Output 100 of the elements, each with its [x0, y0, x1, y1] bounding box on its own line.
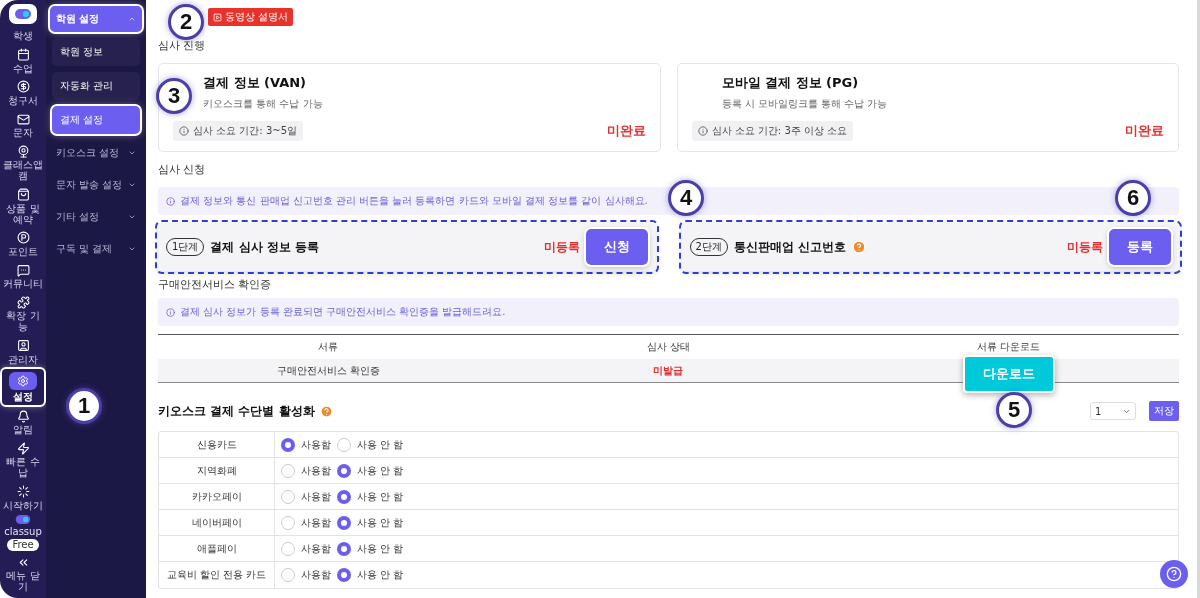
status-text: 미등록: [543, 238, 580, 256]
step-title: 결제 심사 정보 등록: [210, 238, 319, 256]
option-label: 사용 안 함: [357, 463, 404, 478]
select-field[interactable]: 1: [1090, 402, 1136, 420]
rail-item[interactable]: 관리자: [2, 336, 44, 367]
bag-icon: [16, 188, 30, 201]
rail-item[interactable]: 문자: [2, 110, 44, 140]
info-icon: [179, 126, 189, 136]
plan-badge: Free: [7, 538, 39, 551]
user-square-icon: [16, 339, 30, 352]
puzzle-icon: [16, 295, 30, 309]
duration-tag: 심사 소요 기간: 3주 이상 소요: [691, 121, 854, 141]
option-label: 사용 안 함: [357, 568, 404, 582]
menu-group[interactable]: 기타 설정: [50, 204, 142, 230]
menu-group[interactable]: 구독 및 결제: [50, 236, 142, 262]
status-text: 미완료: [606, 122, 646, 140]
save-button[interactable]: 저장: [1149, 401, 1179, 421]
help-icon[interactable]: [852, 240, 867, 254]
loader-icon: [16, 485, 30, 498]
info-icon: [166, 196, 175, 206]
section-label: 심사 신청: [158, 162, 207, 177]
section-label: 구매안전서비스 확인증: [158, 277, 273, 292]
bell-icon: [16, 409, 30, 423]
radio-button[interactable]: [281, 437, 295, 452]
section-label: 심사 진행: [158, 38, 207, 53]
rail-item[interactable]: 설정: [2, 368, 44, 405]
radio-button[interactable]: [337, 541, 351, 556]
status-text: 미완료: [1125, 122, 1164, 140]
webcam-icon: [16, 144, 30, 158]
rail-item[interactable]: 빠른 수납: [2, 439, 44, 481]
option-label: 사용함: [301, 463, 331, 478]
radio-button[interactable]: [337, 568, 351, 582]
mail-icon: [16, 112, 30, 126]
chat-icon: [16, 263, 30, 277]
step-button[interactable]: 신청: [585, 229, 648, 265]
app-logo[interactable]: [9, 4, 37, 24]
step-title: 통신판매업 신고번호: [733, 238, 847, 256]
chevron-up-icon: [128, 15, 136, 23]
video-guide-button[interactable]: 동영상 설명서: [208, 8, 294, 26]
notice-banner: 결제 심사 정보가 등록 완료되면 구매안전서비스 확인증을 발급해드려요.: [158, 298, 1179, 326]
option-label: 사용 안 함: [357, 541, 404, 556]
step-number-marker: 5: [996, 392, 1032, 428]
status-text: 미등록: [1067, 238, 1103, 256]
table-cell-text: 구매안전서비스 확인증: [275, 364, 381, 378]
menu-item[interactable]: 결제 설정: [52, 106, 140, 134]
rail-item[interactable]: 클래스앱캠: [2, 142, 44, 184]
row-label: 교육비 할인 전용 카드: [159, 562, 275, 588]
brand-logo-icon: [15, 514, 31, 524]
info-icon: [697, 126, 708, 136]
row-label: 신용카드: [159, 432, 275, 457]
row-label: 지역화폐: [159, 458, 275, 483]
menu-item[interactable]: 자동화 관리: [52, 72, 140, 100]
rail-item[interactable]: 시작하기: [2, 482, 44, 513]
chevron-down-icon: [128, 213, 136, 221]
row-label: 카카오페이: [159, 484, 275, 509]
column-header: 서류 다운로드: [976, 339, 1042, 354]
duration-tag: 심사 소요 기간: 3~5일: [173, 121, 303, 141]
option-label: 사용 안 함: [357, 489, 404, 504]
settings-icon: [17, 374, 29, 387]
rail-item[interactable]: 상품 및 예약: [2, 185, 44, 227]
help-button[interactable]: [1160, 560, 1188, 588]
step-number-marker: 2: [168, 4, 204, 40]
info-icon: [166, 307, 175, 317]
menu-item[interactable]: 학원 정보: [52, 38, 140, 66]
option-label: 사용 안 함: [357, 515, 404, 530]
lightning-icon: [16, 441, 30, 455]
radio-button[interactable]: [337, 515, 351, 530]
card-description: 등록 시 모바일링크를 통해 수납 가능: [720, 97, 889, 111]
rail-item[interactable]: 확장 기능: [2, 293, 44, 335]
menu-group[interactable]: 문자 발송 설정: [50, 172, 142, 198]
step-number-marker: 6: [1115, 180, 1151, 216]
collapse-menu-button[interactable]: 메뉴 닫기: [2, 553, 44, 594]
radio-button[interactable]: [337, 463, 351, 478]
card-description: 키오스크를 통해 수납 가능: [202, 97, 324, 111]
help-icon[interactable]: [319, 404, 333, 418]
section-title: 키오스크 결제 수단별 활성화: [158, 402, 315, 420]
column-header: 서류: [317, 339, 340, 354]
row-label: 애플페이: [159, 536, 275, 561]
menu-group[interactable]: 키오스크 설정: [50, 140, 142, 166]
rail-item[interactable]: 수업: [2, 45, 44, 76]
column-header: 심사 상태: [645, 339, 692, 354]
option-label: 사용함: [301, 489, 331, 504]
rail-item[interactable]: 학생: [2, 28, 44, 44]
radio-button[interactable]: [337, 489, 351, 504]
parking-icon: [16, 231, 30, 245]
row-label: 네이버페이: [159, 510, 275, 535]
option-label: 사용함: [301, 437, 331, 452]
rail-item[interactable]: 커뮤니티: [2, 261, 44, 291]
chevron-down-icon: [128, 181, 136, 189]
card-title: 결제 정보 (VAN): [202, 74, 308, 92]
coin-icon: [16, 80, 30, 94]
rail-item[interactable]: 포인트: [2, 228, 44, 259]
step-button[interactable]: 등록: [1109, 229, 1171, 265]
rail-item[interactable]: 알림: [2, 407, 44, 437]
chevron-down-icon: [128, 149, 136, 157]
chevron-down-icon: [128, 245, 136, 253]
menu-group[interactable]: 학원 설정: [50, 6, 142, 32]
option-label: 사용함: [301, 568, 331, 582]
step-number-marker: 4: [668, 180, 704, 216]
rail-item[interactable]: 청구서: [2, 77, 44, 108]
